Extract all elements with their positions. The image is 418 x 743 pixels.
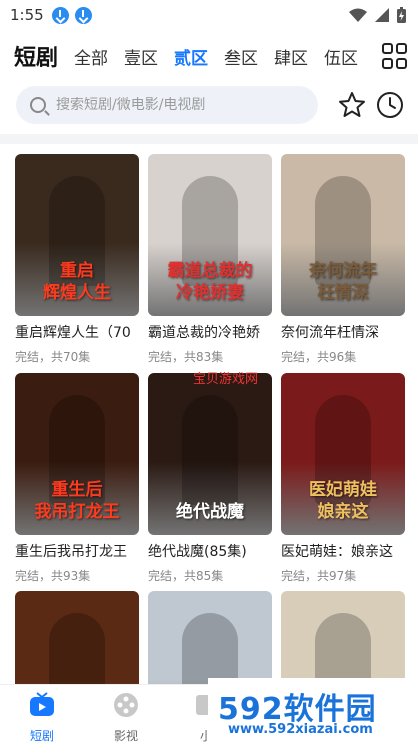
page-title: 短剧 [14, 46, 59, 71]
bottom-nav-label: 影视 [113, 729, 138, 743]
poster-title: 医妃萌娃 娘亲这 [309, 480, 377, 522]
watermark-url: www.592xiazai.com [228, 722, 373, 737]
drama-card[interactable]: 霸道总裁的 冷艳娇妻霸道总裁的冷艳娇完结，共83集 [148, 154, 272, 365]
drama-card[interactable]: 绝代战魔绝代战魔(85集) 完结，共85集 [148, 373, 272, 584]
drama-poster[interactable]: 重启 辉煌人生 [15, 154, 139, 316]
status-bar: 1:55 [0, 0, 418, 30]
drama-poster[interactable]: 奈何流年 枉情深 [281, 154, 405, 316]
clock-icon[interactable] [376, 91, 404, 119]
drama-card[interactable]: 奈何流年 枉情深奈何流年枉情深完结，共96集 [281, 154, 405, 365]
star-icon[interactable] [337, 90, 367, 120]
watermark-text: 宝贝游戏网 [193, 372, 259, 387]
drama-poster[interactable]: 重生后 我吊打龙王 [15, 373, 139, 535]
section-divider [0, 134, 418, 144]
category-tabs: 短剧 全部 壹区 贰区 叁区 肆区 伍区 [0, 38, 418, 74]
drama-episode-count: 完结，共96集 [281, 350, 357, 364]
battery-charging-icon [397, 7, 406, 23]
poster-title: 绝代战魔 [176, 502, 244, 522]
drama-card[interactable]: 重生后 我吊打龙王重生后我吊打龙王完结，共93集 [15, 373, 139, 584]
bottom-nav-movies[interactable]: 影视 [96, 691, 156, 743]
bottom-nav-label: 短剧 [29, 729, 54, 743]
drama-poster[interactable]: 医妃萌娃 娘亲这 [281, 373, 405, 535]
tab-zone-4[interactable]: 肆区 [266, 44, 316, 69]
drama-title[interactable]: 医妃萌娃：娘亲这 [281, 541, 405, 561]
search-icon [30, 97, 46, 113]
tab-all[interactable]: 全部 [66, 44, 116, 69]
drama-title[interactable]: 绝代战魔(85集) [148, 541, 272, 561]
poster-title: 重生后 我吊打龙王 [34, 480, 120, 522]
status-icons [349, 7, 406, 23]
status-time: 1:55 [10, 6, 44, 24]
app-screen: 1:55 短剧 全部 壹区 贰区 叁区 肆区 伍区 搜索短剧/微电影/电视剧 重… [0, 0, 418, 743]
tab-zone-1[interactable]: 壹区 [116, 44, 166, 69]
download-icon [74, 6, 92, 24]
poster-title: 奈何流年 枉情深 [309, 261, 377, 303]
category-grid-icon[interactable] [382, 43, 408, 69]
wifi-icon [349, 8, 367, 22]
drama-title[interactable]: 奈何流年枉情深 [281, 322, 405, 342]
drama-card[interactable]: 重启 辉煌人生重启辉煌人生（70 完结，共70集 [15, 154, 139, 365]
drama-episode-count: 完结，共93集 [15, 569, 91, 583]
drama-title[interactable]: 重启辉煌人生（70 [15, 322, 139, 342]
poster-title: 霸道总裁的 冷艳娇妻 [167, 261, 253, 303]
drama-title[interactable]: 霸道总裁的冷艳娇 [148, 322, 272, 342]
tab-zone-5[interactable]: 伍区 [316, 44, 366, 69]
film-reel-icon [114, 693, 138, 717]
drama-episode-count: 完结，共85集 [148, 569, 224, 583]
drama-poster[interactable]: 霸道总裁的 冷艳娇妻 [148, 154, 272, 316]
watermark-logo: 592软件园 www.592xiazai.com [208, 678, 418, 743]
download-icon [51, 6, 69, 24]
drama-episode-count: 完结，共97集 [281, 569, 357, 583]
tab-zone-2[interactable]: 贰区 [166, 44, 216, 69]
poster-figure [182, 395, 238, 505]
poster-title: 重启 辉煌人生 [43, 261, 111, 303]
search-input[interactable] [56, 97, 296, 113]
bottom-nav-shorts[interactable]: 短剧 [12, 691, 72, 743]
search-bar[interactable] [16, 86, 318, 124]
drama-card[interactable]: 医妃萌娃 娘亲这医妃萌娃：娘亲这完结，共97集 [281, 373, 405, 584]
drama-title[interactable]: 重生后我吊打龙王 [15, 541, 139, 561]
drama-episode-count: 完结，共83集 [148, 350, 224, 364]
drama-poster[interactable]: 绝代战魔 [148, 373, 272, 535]
tab-zone-3[interactable]: 叁区 [216, 44, 266, 69]
signal-icon [375, 8, 389, 22]
drama-episode-count: 完结，共70集 [15, 350, 91, 364]
search-row [0, 86, 418, 124]
tv-icon [30, 692, 54, 716]
